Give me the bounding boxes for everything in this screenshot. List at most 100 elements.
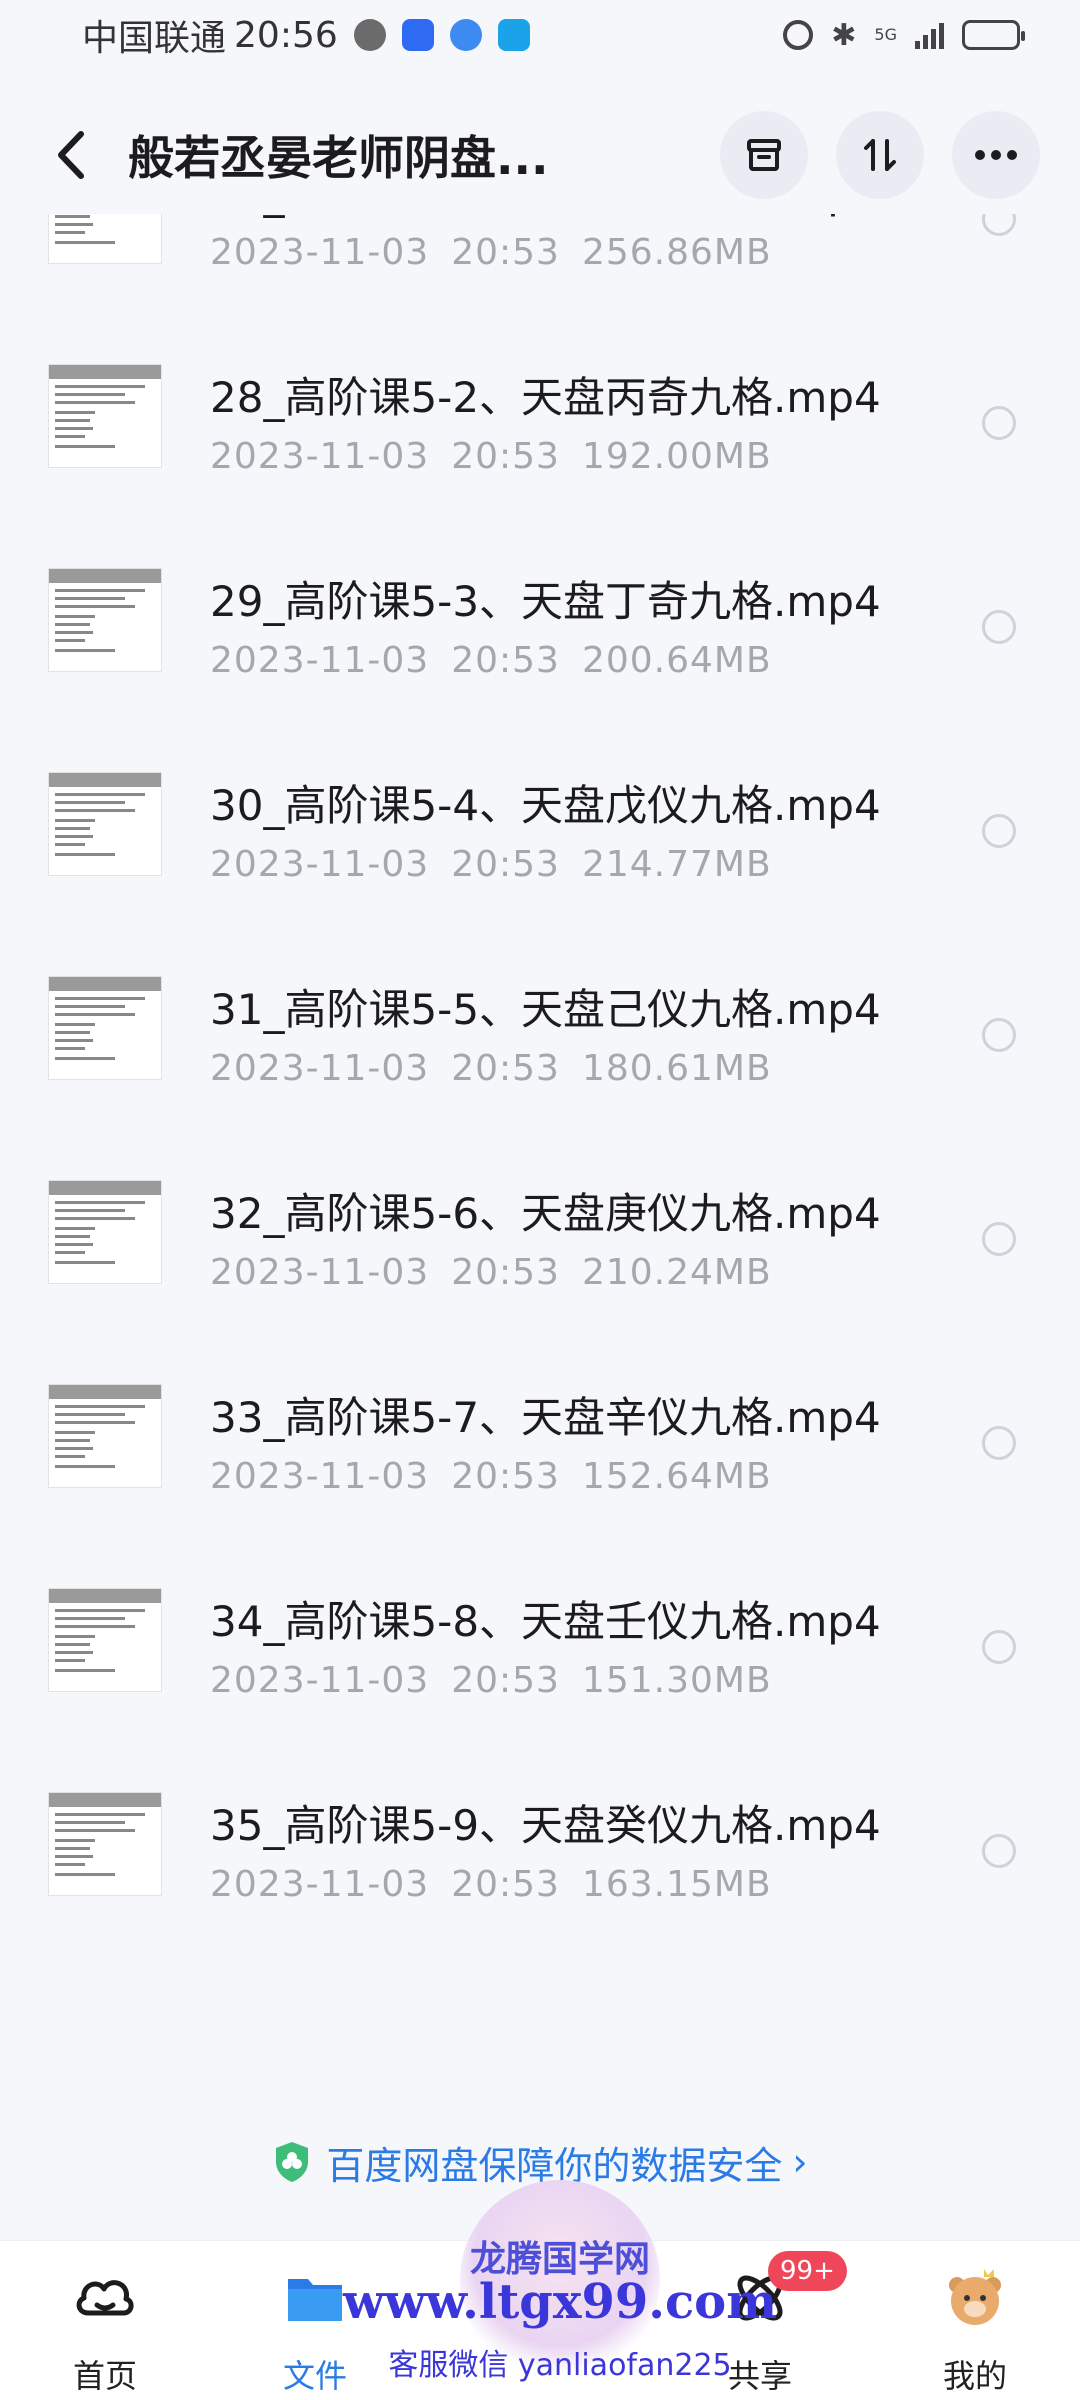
select-checkbox[interactable] (982, 214, 1016, 236)
thumbnail-text-line (55, 1057, 115, 1060)
file-size: 152.64MB (581, 1456, 772, 1497)
file-list-viewport[interactable]: 27_高阶课5-1、天盘乙奇九格.mp4 2023-11-03 20:53 256.8… (0, 214, 1080, 2064)
notification-icons (353, 19, 530, 51)
archive-icon (747, 139, 781, 171)
thumbnail-header-band (49, 1589, 161, 1603)
file-row[interactable]: 30_高阶课5-4、天盘戊仪九格.mp4 2023-11-03 20:53 214.7… (0, 742, 1080, 946)
file-size: 163.15MB (581, 1864, 772, 1905)
file-meta: 2023-11-03 20:53 200.64MB (210, 640, 772, 681)
select-checkbox[interactable] (982, 1018, 1016, 1052)
file-name: 31_高阶课5-5、天盘己仪九格.mp4 (210, 985, 881, 1034)
thumbnail-text-line (55, 427, 93, 430)
file-row[interactable]: 28_高阶课5-2、天盘丙奇九格.mp4 2023-11-03 20:53 192.0… (0, 334, 1080, 538)
file-time: 20:53 (451, 640, 560, 681)
thumbnail-header-band (49, 365, 161, 379)
video-thumbnail (48, 1588, 162, 1692)
file-meta: 2023-11-03 20:53 192.00MB (210, 436, 772, 477)
thumbnail-text-line (55, 1829, 135, 1832)
thumbnail-text-line (55, 997, 145, 1000)
file-size: 180.61MB (581, 1048, 772, 1089)
select-checkbox[interactable] (982, 1630, 1016, 1664)
thumbnail-text-line (55, 1625, 135, 1628)
file-row[interactable]: 29_高阶课5-3、天盘丁奇九格.mp4 2023-11-03 20:53 200.6… (0, 538, 1080, 742)
thumbnail-text-line (55, 1609, 145, 1612)
thumbnail-text-line (55, 1855, 93, 1858)
file-row[interactable]: 27_高阶课5-1、天盘乙奇九格.mp4 2023-11-03 20:53 256.8… (0, 214, 1080, 334)
video-thumbnail (48, 772, 162, 876)
file-meta: 2023-11-03 20:53 256.86MB (210, 232, 772, 273)
file-row[interactable]: 35_高阶课5-9、天盘癸仪九格.mp4 2023-11-03 20:53 163.1… (0, 1762, 1080, 1966)
alarm-icon (783, 20, 814, 50)
thumbnail-text-line (55, 1261, 115, 1264)
thumbnail-text-line (55, 1659, 85, 1662)
select-checkbox[interactable] (982, 1834, 1016, 1868)
file-size: 214.77MB (581, 844, 772, 885)
file-size: 192.00MB (581, 436, 772, 477)
thumbnail-text-line (55, 385, 145, 388)
cloud-home-icon (76, 2280, 134, 2316)
file-time: 20:53 (451, 1048, 560, 1089)
thumbnail-text-line (55, 419, 90, 422)
more-button[interactable] (952, 111, 1040, 199)
file-name: 32_高阶课5-6、天盘庚仪九格.mp4 (210, 1189, 881, 1238)
watermark: 龙腾国学网 www.ltgx99.com 客服微信 yanliaofan225 (343, 2180, 777, 2400)
select-checkbox[interactable] (982, 1222, 1016, 1256)
file-row[interactable]: 34_高阶课5-8、天盘壬仪九格.mp4 2023-11-03 20:53 151.3… (0, 1558, 1080, 1762)
file-date: 2023-11-03 (210, 1660, 430, 1701)
archive-button[interactable] (720, 111, 808, 199)
nav-mine[interactable]: 我的 (895, 2241, 1055, 2400)
thumbnail-text-line (55, 1039, 93, 1042)
thumbnail-text-line (55, 241, 115, 244)
file-date: 2023-11-03 (210, 1864, 430, 1905)
thumbnail-text-line (55, 1455, 85, 1458)
thumbnail-text-line (55, 1847, 90, 1850)
file-name: 29_高阶课5-3、天盘丁奇九格.mp4 (210, 577, 881, 626)
sort-button[interactable] (836, 111, 924, 199)
thumbnail-text-line (55, 1465, 115, 1468)
thumbnail-text-line (55, 1405, 145, 1408)
file-date: 2023-11-03 (210, 436, 430, 477)
select-checkbox[interactable] (982, 610, 1016, 644)
chevron-right-icon: › (792, 2140, 808, 2184)
nav-home-label: 首页 (72, 2357, 137, 2395)
file-meta: 2023-11-03 20:53 180.61MB (210, 1048, 772, 1089)
thumbnail-text-line (55, 1201, 145, 1204)
signal-icon (915, 21, 944, 49)
file-name: 28_高阶课5-2、天盘丙奇九格.mp4 (210, 373, 881, 422)
file-time: 20:53 (451, 1660, 560, 1701)
status-indicators: ✱ 5G (783, 18, 1025, 53)
thumbnail-text-line (55, 819, 95, 822)
thumbnail-text-line (55, 843, 85, 846)
thumbnail-header-band (49, 569, 161, 583)
select-checkbox[interactable] (982, 814, 1016, 848)
thumbnail-header-band (49, 1385, 161, 1399)
thumbnail-text-line (55, 1251, 85, 1254)
status-carrier: 中国联通 (82, 18, 227, 59)
thumbnail-text-line (55, 1839, 95, 1842)
thumbnail-text-line (55, 1031, 90, 1034)
thumbnail-header-band (49, 773, 161, 787)
thumbnail-text-line (55, 1431, 95, 1434)
thumbnail-text-line (55, 1235, 90, 1238)
file-name: 30_高阶课5-4、天盘戊仪九格.mp4 (210, 781, 881, 830)
thumbnail-text-line (55, 793, 145, 796)
select-checkbox[interactable] (982, 406, 1016, 440)
thumbnail-text-line (55, 1447, 93, 1450)
file-row[interactable]: 31_高阶课5-5、天盘己仪九格.mp4 2023-11-03 20:53 180.6… (0, 946, 1080, 1150)
thumbnail-text-line (55, 1863, 85, 1866)
thumbnail-text-line (55, 393, 125, 396)
thumbnail-text-line (55, 615, 95, 618)
file-time: 20:53 (451, 1864, 560, 1905)
select-checkbox[interactable] (982, 1426, 1016, 1460)
file-row[interactable]: 33_高阶课5-7、天盘辛仪九格.mp4 2023-11-03 20:53 152.6… (0, 1354, 1080, 1558)
nav-home[interactable]: 首页 (25, 2241, 185, 2400)
thumbnail-text-line (55, 1047, 85, 1050)
status-time: 20:56 (234, 14, 338, 56)
thumbnail-text-line (55, 1023, 95, 1026)
back-button[interactable] (40, 125, 100, 185)
file-time: 20:53 (451, 232, 560, 273)
thumbnail-text-line (55, 435, 85, 438)
bear-avatar-icon (949, 2269, 1001, 2325)
file-row[interactable]: 32_高阶课5-6、天盘庚仪九格.mp4 2023-11-03 20:53 210.2… (0, 1150, 1080, 1354)
thumbnail-text-line (55, 597, 125, 600)
